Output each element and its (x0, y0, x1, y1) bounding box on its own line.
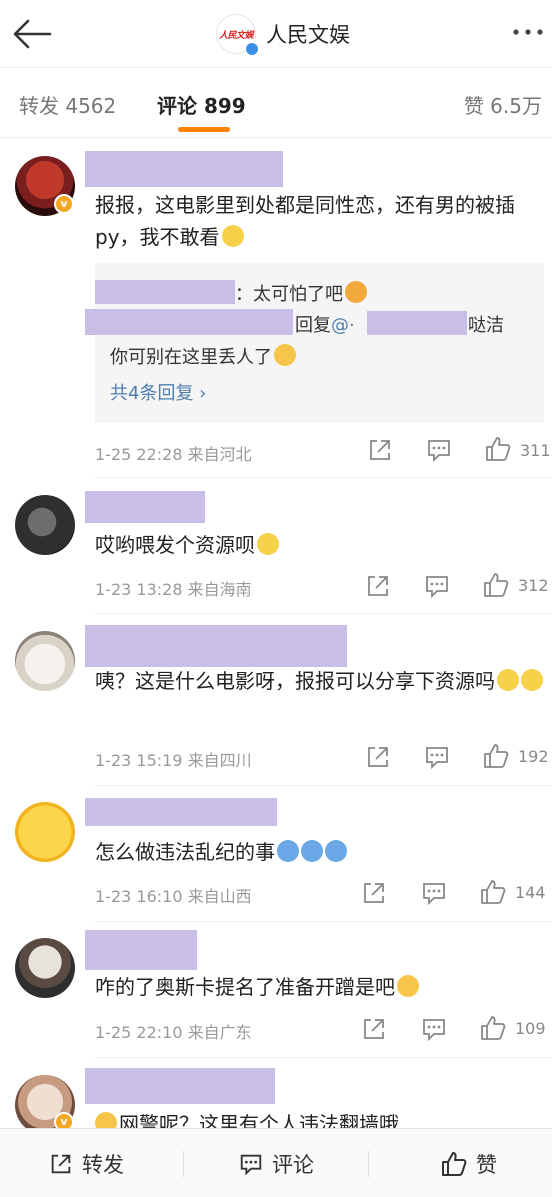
view-more-replies-link[interactable]: 共4条回复 › (110, 379, 206, 405)
back-arrow-icon[interactable] (10, 16, 54, 52)
page-title: 人民文娱 (266, 23, 350, 47)
crying-emoji-icon (277, 840, 299, 862)
separator (368, 1151, 369, 1177)
comment-item: 哎哟喂发个资源呗 1-23 13:28 来自海南 312 (0, 478, 552, 614)
verified-badge-icon: v (54, 1112, 74, 1128)
eye-roll-emoji-icon (221, 225, 244, 247)
avatar[interactable] (15, 802, 75, 862)
like-count: 192 (518, 747, 549, 766)
like-icon[interactable] (479, 1014, 507, 1042)
avatar[interactable] (15, 495, 75, 555)
comment-label: 评论 (272, 1152, 314, 1177)
username-redacted[interactable] (85, 151, 283, 187)
comment-meta: 1-25 22:28 来自河北 (95, 445, 252, 464)
username-redacted[interactable] (85, 798, 277, 826)
comment-item: 咦？这是什么电影呀，报报可以分享下资源吗 1-23 15:19 来自四川 192 (0, 614, 552, 786)
verified-badge-icon: v (54, 194, 74, 214)
heart-eyes-emoji-icon (345, 281, 367, 303)
comment-item: 咋的了奥斯卡提名了准备开蹭是吧 1-25 22:10 来自广东 109 (0, 922, 552, 1058)
like-count: 109 (515, 1019, 546, 1038)
comment-item: 怎么做违法乱纪的事 1-23 16:10 来自山西 144 (0, 786, 552, 922)
comment-meta: 1-23 16:10 来自山西 (95, 887, 252, 906)
comment-text: 咋的了奥斯卡提名了准备开蹭是吧 (95, 971, 545, 1003)
comment-meta: 1-23 15:19 来自四川 (95, 751, 252, 770)
repost-button[interactable]: 转发 (48, 1129, 124, 1197)
like-icon (442, 1151, 467, 1176)
reply-icon[interactable] (425, 436, 453, 464)
separator (183, 1151, 184, 1177)
comment-item: v 网警呢？这里有个人违法翻墙哦 (0, 1058, 552, 1128)
tab-repost[interactable]: 转发 4562 (19, 90, 116, 119)
comment-button[interactable]: 评论 (238, 1129, 314, 1197)
share-icon[interactable] (366, 436, 394, 464)
mention-redacted (367, 311, 467, 335)
comment-text: 网警呢？这里有个人违法翻墙哦 (95, 1108, 545, 1128)
reply-line-1: ：太可怕了吧 (235, 280, 367, 306)
comment-icon (240, 1154, 262, 1176)
reply-icon[interactable] (420, 1015, 448, 1043)
comment-text: 报报，这电影里到处都是同性恋，还有男的被插py，我不敢看 (95, 193, 515, 249)
repost-icon (51, 1154, 71, 1173)
eye-roll-emoji-icon (521, 669, 543, 691)
like-icon[interactable] (484, 435, 512, 463)
share-icon[interactable] (360, 1015, 388, 1043)
like-icon[interactable] (479, 878, 507, 906)
comment-item: v 报报，这电影里到处都是同性恋，还有男的被插py，我不敢看 ：太可怕了吧 回复… (0, 138, 552, 478)
like-count: 312 (518, 576, 549, 595)
bottom-action-bar: 转发 评论 赞 (0, 1128, 552, 1197)
comment-meta: 1-25 22:10 来自广东 (95, 1023, 252, 1042)
comment-text: 哎哟喂发个资源呗 (95, 529, 545, 561)
account-logo[interactable]: 人民文娱 (216, 14, 259, 56)
share-icon[interactable] (360, 879, 388, 907)
reply-line-2-suffix: 哒洁 (468, 315, 504, 336)
sweat-smile-emoji-icon (257, 533, 279, 555)
tab-comments[interactable]: 评论 899 (157, 90, 246, 119)
crying-laughing-emoji-icon (274, 344, 296, 366)
crying-emoji-icon (325, 840, 347, 862)
tab-likes[interactable]: 赞 6.5万 (464, 90, 542, 119)
username-redacted[interactable] (85, 1068, 275, 1104)
reply-icon[interactable] (423, 743, 451, 771)
eye-roll-emoji-icon (497, 669, 519, 691)
logo-text: 人民文娱 (218, 30, 254, 41)
avatar[interactable] (15, 631, 75, 691)
reply-username-redacted (85, 309, 293, 335)
more-icon[interactable] (508, 22, 548, 42)
reply-icon[interactable] (423, 572, 451, 600)
laughing-emoji-icon (95, 1112, 117, 1128)
like-label: 赞 (476, 1152, 497, 1177)
like-icon[interactable] (482, 571, 510, 599)
reply-line-3: 你可别在这里丢人了 (110, 343, 296, 369)
comment-meta: 1-23 13:28 来自海南 (95, 580, 252, 599)
like-icon[interactable] (482, 742, 510, 770)
comment-text: 咦？这是什么电影呀，报报可以分享下资源吗 (95, 665, 545, 697)
active-tab-indicator (178, 127, 230, 132)
username-redacted[interactable] (85, 625, 347, 667)
reply-line-2: 回复@· (295, 315, 355, 336)
share-icon[interactable] (364, 572, 392, 600)
tongue-out-emoji-icon (397, 975, 419, 997)
crying-emoji-icon (301, 840, 323, 862)
username-redacted[interactable] (85, 491, 205, 523)
reply-preview[interactable]: ：太可怕了吧 回复@· 哒洁 你可别在这里丢人了 共4条回复 › (85, 263, 544, 423)
reply-mention[interactable]: @· (331, 315, 355, 336)
reply-icon[interactable] (420, 879, 448, 907)
username-redacted[interactable] (85, 930, 197, 970)
verified-badge-icon (245, 42, 259, 56)
reply-username-redacted (95, 280, 235, 304)
share-icon[interactable] (364, 743, 392, 771)
like-button[interactable]: 赞 (440, 1129, 497, 1197)
comment-text: 怎么做违法乱纪的事 (95, 836, 545, 868)
avatar[interactable] (15, 938, 75, 998)
top-bar: 人民文娱 人民文娱 (0, 0, 552, 68)
tab-bar: 转发 4562 评论 899 赞 6.5万 (0, 68, 552, 138)
like-count: 144 (515, 883, 546, 902)
like-count: 311 (520, 441, 551, 460)
account-title[interactable]: 人民文娱 人民文娱 (216, 14, 350, 56)
repost-label: 转发 (82, 1152, 124, 1177)
